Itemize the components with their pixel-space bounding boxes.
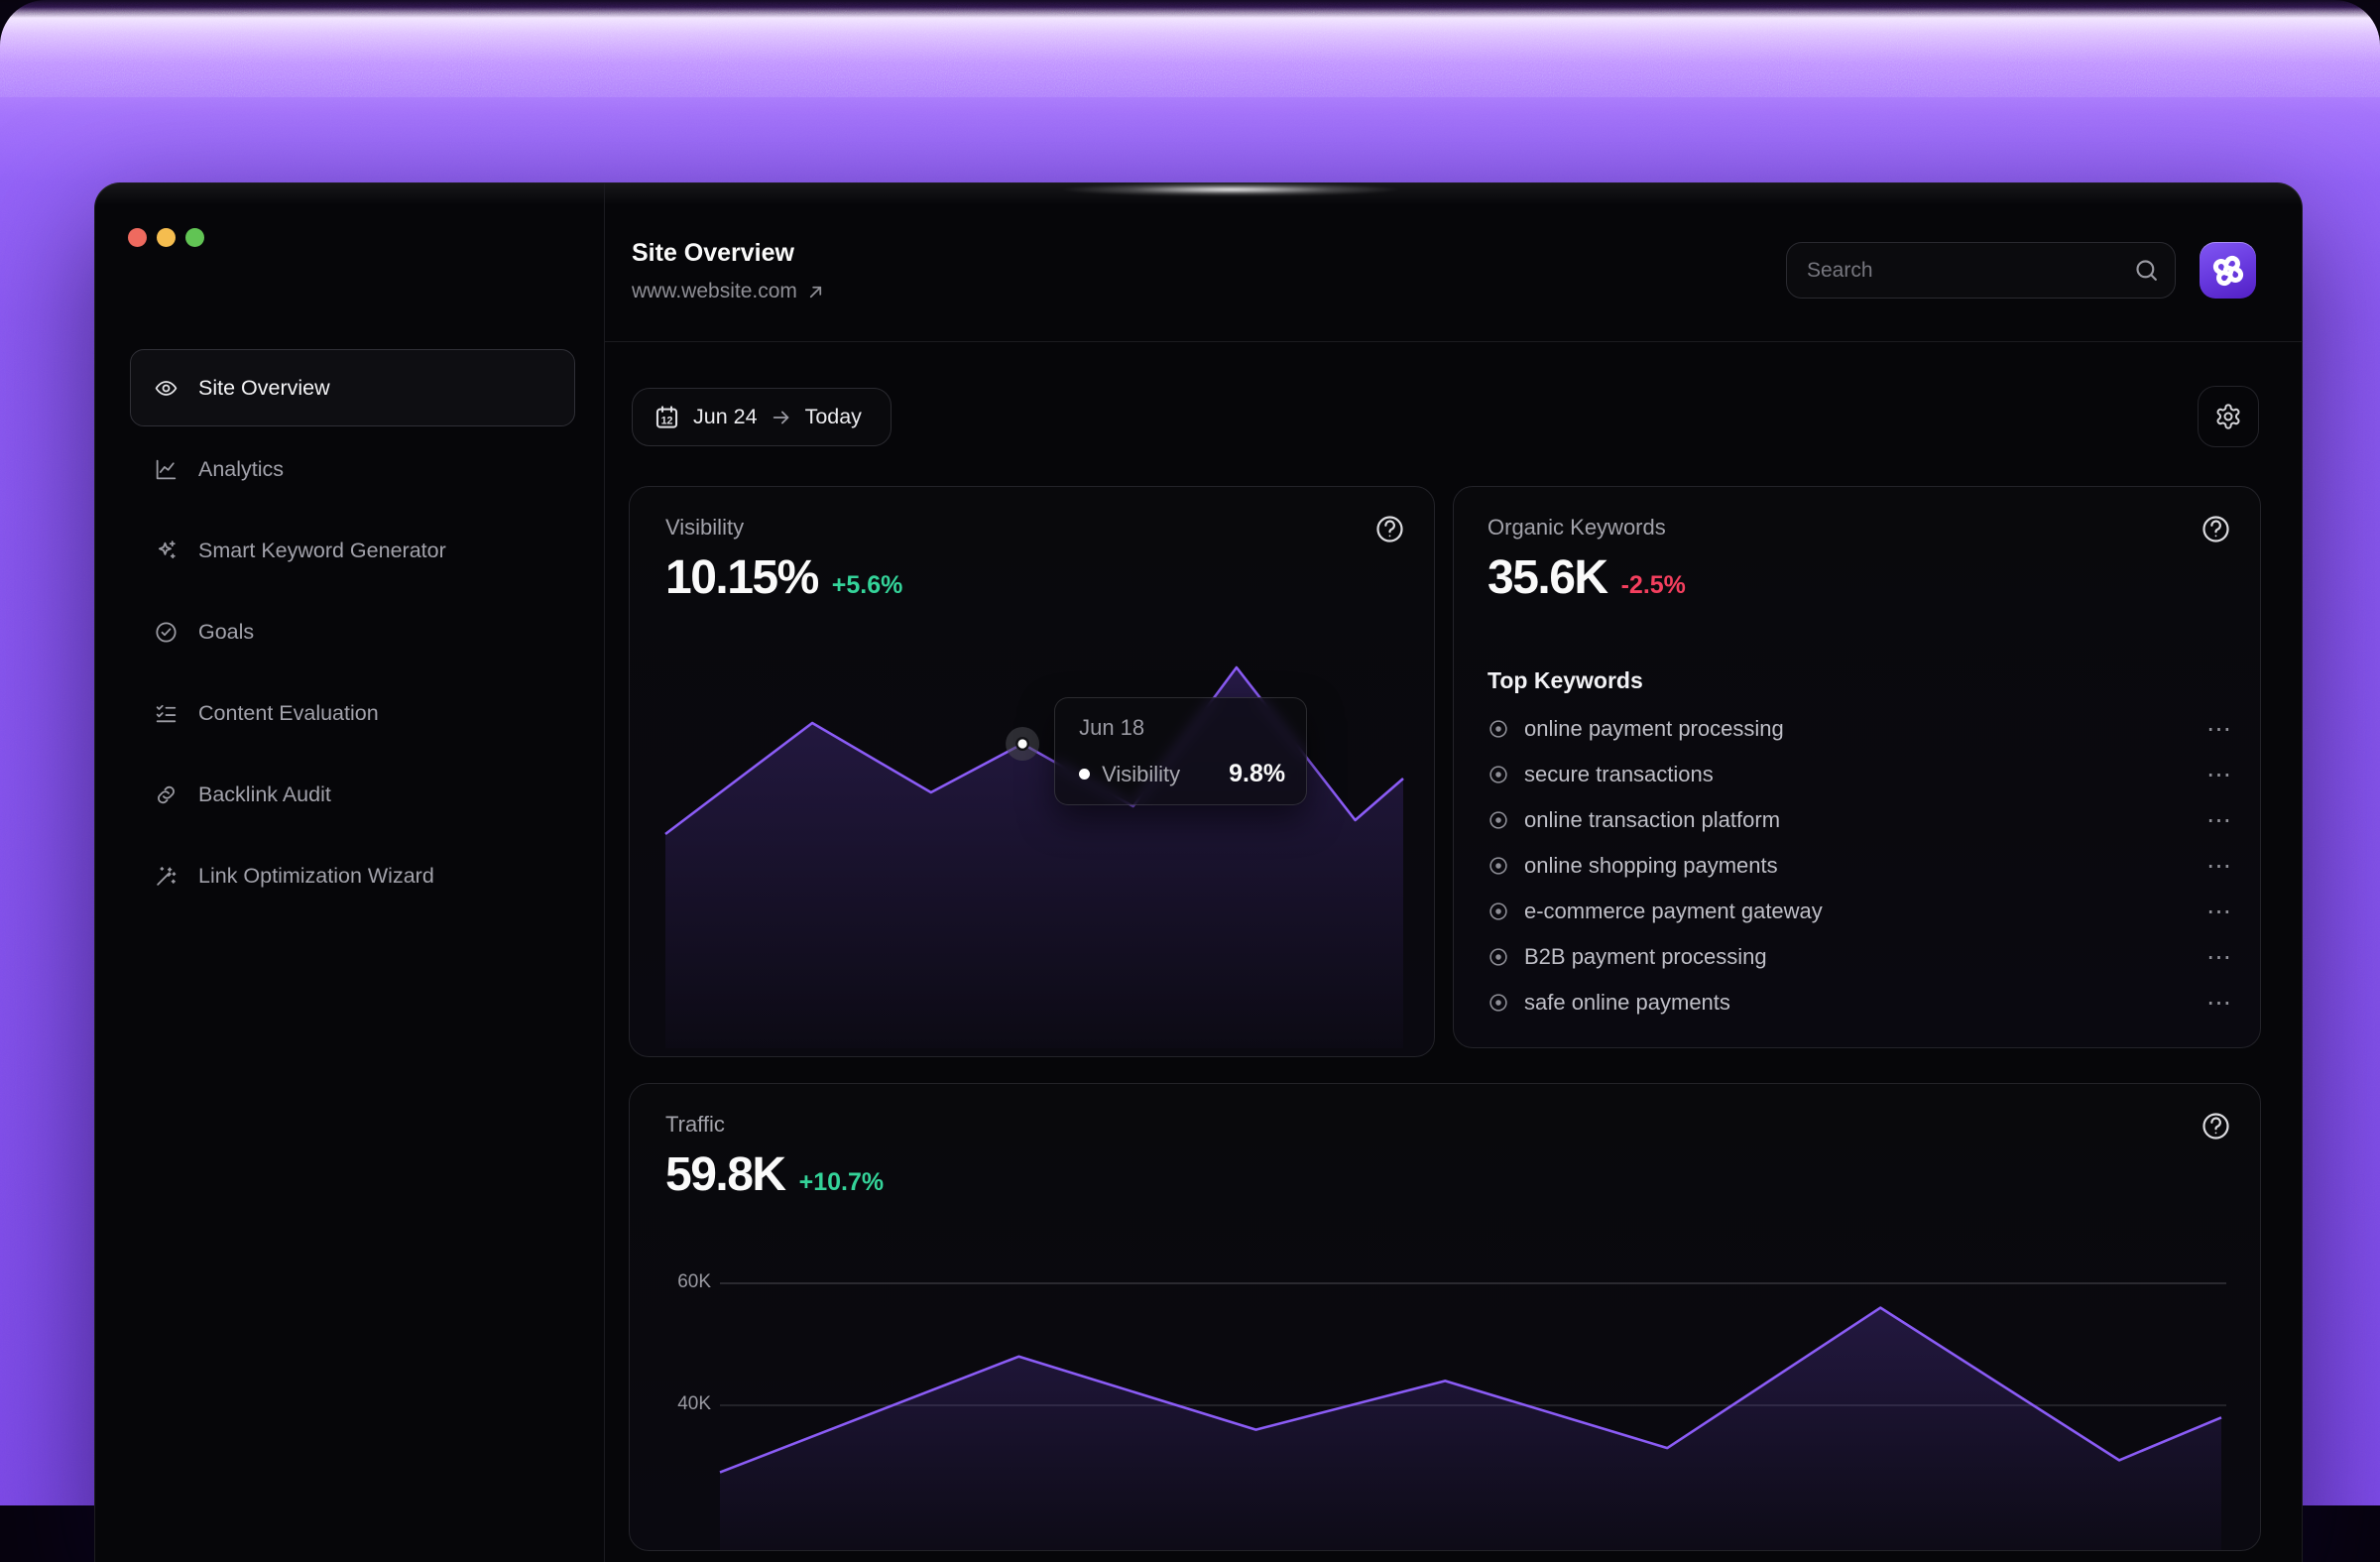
keyword-label: safe online payments (1524, 990, 1730, 1016)
keyword-label: online payment processing (1524, 716, 1784, 742)
goal-icon (154, 620, 178, 645)
circle-dot-icon (1488, 901, 1509, 922)
keyword-label: secure transactions (1524, 762, 1714, 787)
tooltip-value: 9.8% (1229, 760, 1285, 788)
sidebar-item-goals[interactable]: Goals (130, 593, 575, 670)
page-title: Site Overview (632, 239, 794, 268)
keyword-label: online transaction platform (1524, 807, 1780, 833)
keyword-label: e-commerce payment gateway (1524, 899, 1823, 924)
external-link-icon (806, 283, 825, 301)
keywords-list: online payment processing⋯secure transac… (1488, 706, 2232, 1025)
keyword-row[interactable]: e-commerce payment gateway⋯ (1488, 889, 2232, 934)
tooltip-date: Jun 18 (1079, 715, 1144, 741)
search-icon (2133, 257, 2160, 284)
traffic-card: Traffic 59.8K +10.7% 60K 40K (629, 1083, 2261, 1551)
organic-keywords-card: Organic Keywords 35.6K -2.5% Top Keyword… (1453, 486, 2261, 1048)
circle-dot-icon (1488, 718, 1509, 740)
organic-keywords-delta: -2.5% (1621, 571, 1686, 600)
visibility-area-chart[interactable] (630, 487, 1434, 1056)
organic-keywords-title: Organic Keywords (1488, 515, 1666, 541)
site-url: www.website.com (632, 280, 797, 303)
visibility-card: Visibility 10.15% +5.6% (629, 486, 1435, 1057)
app-window: Site Overview Analytics Smart Keyword Gene… (94, 182, 2303, 1562)
tooltip-series-dot-icon (1079, 769, 1090, 780)
arrow-right-icon (771, 407, 792, 428)
top-keywords-heading: Top Keywords (1488, 667, 1643, 694)
sidebar-item-label: Goals (198, 620, 254, 645)
circle-dot-icon (1488, 855, 1509, 877)
organic-keywords-value: 35.6K (1488, 550, 1607, 605)
sparkles-icon (154, 539, 178, 563)
search-field-wrap (1786, 242, 2176, 299)
chart-line-icon (154, 457, 178, 482)
keyword-row[interactable]: safe online payments⋯ (1488, 980, 2232, 1025)
site-url-link[interactable]: www.website.com (632, 280, 825, 303)
keyword-label: online shopping payments (1524, 853, 1778, 879)
sidebar-item-analytics[interactable]: Analytics (130, 430, 575, 508)
sidebar-item-label: Content Evaluation (198, 701, 379, 726)
sidebar-item-smart-keyword-generator[interactable]: Smart Keyword Generator (130, 512, 575, 589)
link-icon (154, 782, 178, 807)
keyword-row[interactable]: online payment processing⋯ (1488, 706, 2232, 752)
sidebar-item-link-optimization-wizard[interactable]: Link Optimization Wizard (130, 837, 575, 914)
settings-button[interactable] (2198, 386, 2259, 447)
calendar-icon: 12 (654, 404, 680, 430)
main-content: Site Overview www.website.com 12 (605, 183, 2302, 1562)
date-range-picker[interactable]: 12 Jun 24 Today (632, 388, 892, 446)
wand-icon (154, 864, 178, 889)
eye-icon (154, 376, 178, 401)
sidebar-item-label: Site Overview (198, 376, 330, 401)
keyword-row[interactable]: B2B payment processing⋯ (1488, 934, 2232, 980)
window-controls (128, 228, 204, 247)
sidebar-item-label: Smart Keyword Generator (198, 539, 446, 563)
sidebar-item-backlink-audit[interactable]: Backlink Audit (130, 756, 575, 833)
sidebar-item-content-evaluation[interactable]: Content Evaluation (130, 674, 575, 752)
sidebar-item-label: Link Optimization Wizard (198, 864, 434, 889)
circle-dot-icon (1488, 809, 1509, 831)
minimize-window-button[interactable] (157, 228, 176, 247)
sidebar-item-site-overview[interactable]: Site Overview (130, 349, 575, 426)
app-logo-button[interactable] (2200, 242, 2256, 299)
list-checks-icon (154, 701, 178, 726)
traffic-area-chart[interactable] (630, 1084, 2260, 1550)
date-end: Today (805, 405, 862, 429)
keyword-label: B2B payment processing (1524, 944, 1767, 970)
tooltip-series-name: Visibility (1102, 762, 1180, 787)
search-input[interactable] (1786, 242, 2176, 299)
circle-dot-icon (1488, 992, 1509, 1014)
sidebar-item-label: Analytics (198, 457, 284, 482)
circle-dot-icon (1488, 946, 1509, 968)
sidebar-item-label: Backlink Audit (198, 782, 331, 807)
zoom-window-button[interactable] (185, 228, 204, 247)
gear-icon (2214, 403, 2242, 430)
svg-text:12: 12 (661, 415, 673, 426)
keyword-row[interactable]: online shopping payments⋯ (1488, 843, 2232, 889)
sidebar: Site Overview Analytics Smart Keyword Gene… (95, 183, 605, 1562)
close-window-button[interactable] (128, 228, 147, 247)
circle-dot-icon (1488, 764, 1509, 785)
pinwheel-logo-icon (2210, 253, 2246, 289)
chart-tooltip: Jun 18 Visibility 9.8% (1054, 697, 1307, 805)
help-icon[interactable] (2201, 514, 2231, 544)
header-divider (605, 341, 2302, 342)
sidebar-nav: Site Overview Analytics Smart Keyword Gene… (130, 349, 575, 918)
date-start: Jun 24 (693, 405, 758, 429)
keyword-row[interactable]: online transaction platform⋯ (1488, 797, 2232, 843)
chart-marker-dot (1016, 738, 1028, 750)
keyword-row[interactable]: secure transactions⋯ (1488, 752, 2232, 797)
